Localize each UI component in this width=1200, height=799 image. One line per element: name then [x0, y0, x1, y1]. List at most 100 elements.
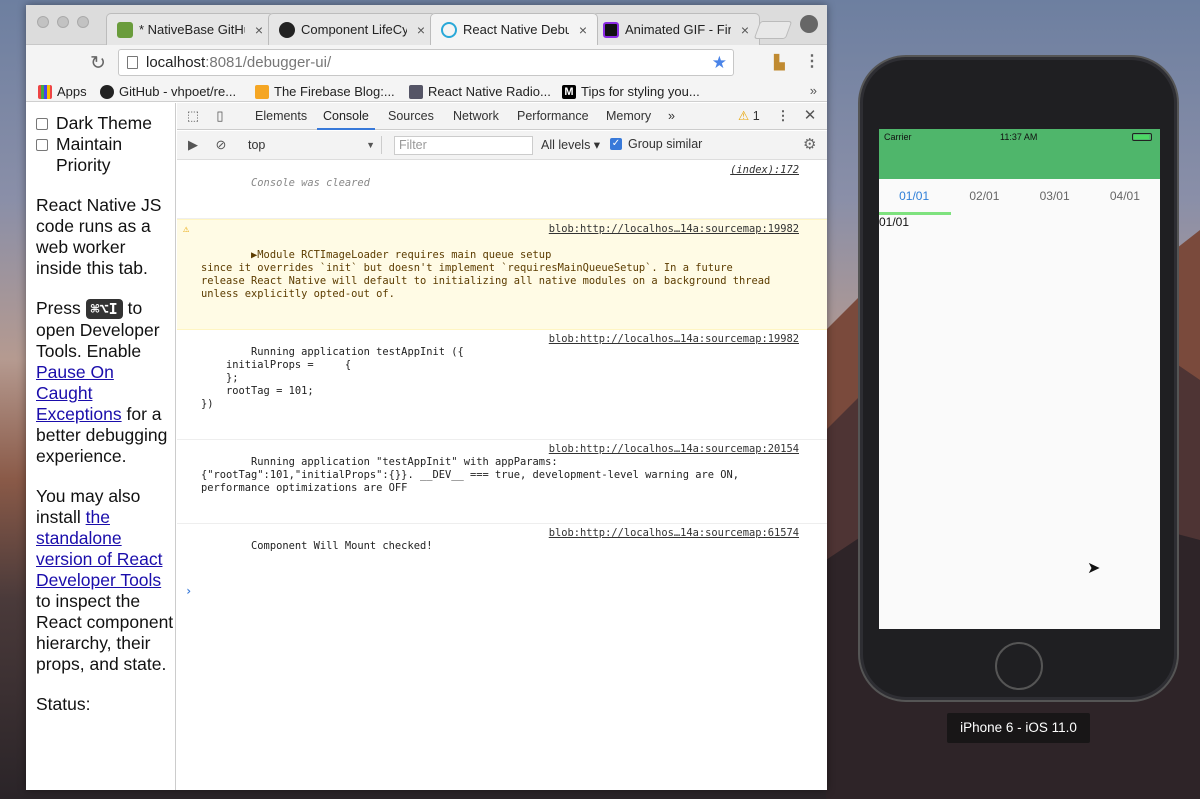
- app-header: Carrier 11:37 AM: [879, 129, 1160, 179]
- source-link[interactable]: blob:http://localhos…14a:sourcemap:19982: [549, 223, 799, 236]
- apps-icon: [38, 84, 52, 99]
- extension-icon[interactable]: ▙: [774, 54, 790, 70]
- debugger-info-pane: Dark Theme Maintain Priority React Nativ…: [26, 103, 176, 790]
- dropdown-icon: ▼: [366, 140, 375, 150]
- close-window-button[interactable]: [37, 16, 49, 28]
- bookmark-apps[interactable]: Apps: [38, 84, 87, 99]
- intro-text: React Native JS code runs as a web worke…: [36, 195, 162, 278]
- profile-icon[interactable]: [800, 15, 818, 33]
- tab-title: * NativeBase GitHu: [139, 22, 245, 37]
- status-time: 11:37 AM: [1000, 132, 1038, 142]
- console-message: Console was cleared (index):172: [177, 161, 827, 219]
- console-message: Running application testAppInit ({ initi…: [177, 330, 827, 440]
- battery-icon: [1132, 133, 1152, 141]
- browser-tab[interactable]: * NativeBase GitHu ×: [106, 13, 274, 45]
- bookmark-react-native-radio[interactable]: React Native Radio...: [409, 84, 551, 99]
- devtools-menu-icon[interactable]: ⋮: [775, 108, 791, 124]
- nativebase-icon: [117, 21, 133, 38]
- warnings-counter[interactable]: ⚠ 1: [738, 103, 760, 130]
- date-tab[interactable]: 01/01: [879, 179, 949, 215]
- zoom-window-button[interactable]: [77, 16, 89, 28]
- bookmark-firebase[interactable]: The Firebase Blog:...: [255, 84, 395, 99]
- console-toolbar: ▶ ⊘ top ▼ Filter All levels ▾ ✓ Group si…: [177, 131, 827, 160]
- console-warning: ⚠ ▶Module RCTImageLoader requires main q…: [177, 219, 827, 330]
- group-similar-checkbox[interactable]: ✓: [610, 138, 622, 150]
- clear-console-icon[interactable]: ⊘: [213, 137, 229, 153]
- console-filter-input[interactable]: Filter: [394, 136, 533, 155]
- source-link[interactable]: blob:http://localhos…14a:sourcemap:20154: [549, 443, 799, 456]
- more-tabs-icon[interactable]: »: [668, 103, 675, 130]
- device-toolbar-icon[interactable]: ▯: [212, 108, 228, 124]
- tab-console[interactable]: Console: [317, 103, 375, 130]
- dark-theme-label: Dark Theme: [56, 113, 152, 133]
- bookmark-star-icon[interactable]: ★: [712, 50, 727, 75]
- pause-on-caught-exceptions-link[interactable]: Pause On Caught Exceptions: [36, 362, 122, 424]
- close-icon[interactable]: ×: [251, 22, 267, 38]
- minimize-window-button[interactable]: [57, 16, 69, 28]
- warning-icon: ⚠: [738, 109, 750, 123]
- maintain-priority-option[interactable]: Maintain Priority: [36, 134, 175, 176]
- browser-tab[interactable]: Component LifeCyc ×: [268, 13, 436, 45]
- url-path: :8081/debugger-ui/: [205, 54, 332, 71]
- bookmarks-bar: Apps GitHub - vhpoet/re... The Firebase …: [26, 82, 827, 102]
- devtools-toolbar: ⬚ ▯ Elements Console Sources Network Per…: [177, 103, 827, 130]
- console-message: Component Will Mount checked! blob:http:…: [251, 527, 799, 552]
- url-host: localhost: [146, 54, 206, 71]
- browser-window: * NativeBase GitHu × Component LifeCyc ×…: [26, 5, 827, 790]
- close-devtools-icon[interactable]: ✕: [802, 108, 818, 124]
- address-bar[interactable]: localhost:8081/debugger-ui/ ★: [118, 49, 734, 76]
- dark-theme-checkbox[interactable]: [36, 118, 48, 130]
- react-icon: [441, 21, 457, 38]
- github-icon: [279, 21, 295, 38]
- source-link[interactable]: (index):172: [730, 164, 799, 177]
- tab-title: React Native Debu: [463, 22, 569, 37]
- source-link[interactable]: blob:http://localhos…14a:sourcemap:61574: [549, 527, 799, 540]
- close-icon[interactable]: ×: [575, 22, 591, 38]
- tab-sources[interactable]: Sources: [388, 103, 434, 130]
- more-bookmarks-icon[interactable]: »: [810, 83, 817, 98]
- log-levels-dropdown[interactable]: All levels ▾: [541, 136, 600, 154]
- date-tabs: 01/01 02/01 03/01 04/01: [879, 179, 1160, 215]
- shortcut-key: ⌘⌥I: [85, 299, 123, 319]
- tab-strip: * NativeBase GitHu × Component LifeCyc ×…: [26, 5, 827, 45]
- reload-icon[interactable]: ↻: [90, 52, 106, 75]
- home-button[interactable]: [995, 642, 1043, 690]
- bookmark-tips-styling[interactable]: M Tips for styling you...: [562, 84, 700, 99]
- inspect-element-icon[interactable]: ⬚: [185, 108, 201, 124]
- dark-theme-option[interactable]: Dark Theme: [36, 113, 175, 134]
- group-similar-option[interactable]: ✓ Group similar: [610, 137, 702, 151]
- console-prompt[interactable]: ›: [177, 581, 827, 598]
- tab-content: 01/01: [879, 215, 910, 229]
- show-sidebar-icon[interactable]: ▶: [185, 137, 201, 153]
- date-tab[interactable]: 02/01: [949, 179, 1019, 215]
- date-tab[interactable]: 03/01: [1020, 179, 1090, 215]
- close-icon[interactable]: ×: [737, 22, 753, 38]
- browser-menu-icon[interactable]: ⋮: [804, 51, 820, 71]
- page-icon: [127, 56, 138, 69]
- status-label: Status:: [36, 694, 91, 714]
- simulator-label: iPhone 6 - iOS 11.0: [947, 713, 1090, 743]
- tab-elements[interactable]: Elements: [255, 103, 307, 130]
- source-link[interactable]: blob:http://localhos…14a:sourcemap:19982: [549, 333, 799, 346]
- new-tab-button[interactable]: [753, 21, 793, 39]
- devtools-panel: ⬚ ▯ Elements Console Sources Network Per…: [177, 103, 827, 790]
- close-icon[interactable]: ×: [413, 22, 429, 38]
- date-tab[interactable]: 04/01: [1090, 179, 1160, 215]
- context-selector[interactable]: top ▼: [241, 136, 382, 154]
- mouse-cursor-icon: ➤: [1087, 560, 1101, 577]
- maintain-priority-checkbox[interactable]: [36, 139, 48, 151]
- maintain-priority-label: Maintain Priority: [56, 134, 123, 175]
- simulator-screen[interactable]: Carrier 11:37 AM 01/01 02/01 03/01 04/01…: [879, 129, 1160, 629]
- tab-title: Component LifeCyc: [301, 22, 407, 37]
- address-bar-row: ↻ localhost:8081/debugger-ui/ ★ ▙ ⋮: [26, 45, 827, 82]
- browser-tab-active[interactable]: React Native Debu ×: [430, 13, 598, 45]
- console-settings-icon[interactable]: ⚙: [803, 135, 816, 153]
- browser-tab[interactable]: Animated GIF - Fin ×: [592, 13, 760, 45]
- medium-icon: M: [562, 84, 576, 99]
- devtools-install-hint: You may also install the standalone vers…: [36, 486, 174, 674]
- tab-performance[interactable]: Performance: [517, 103, 589, 130]
- tab-network[interactable]: Network: [453, 103, 499, 130]
- bookmark-github[interactable]: GitHub - vhpoet/re...: [100, 84, 236, 99]
- tab-memory[interactable]: Memory: [606, 103, 651, 130]
- radio-icon: [409, 84, 423, 99]
